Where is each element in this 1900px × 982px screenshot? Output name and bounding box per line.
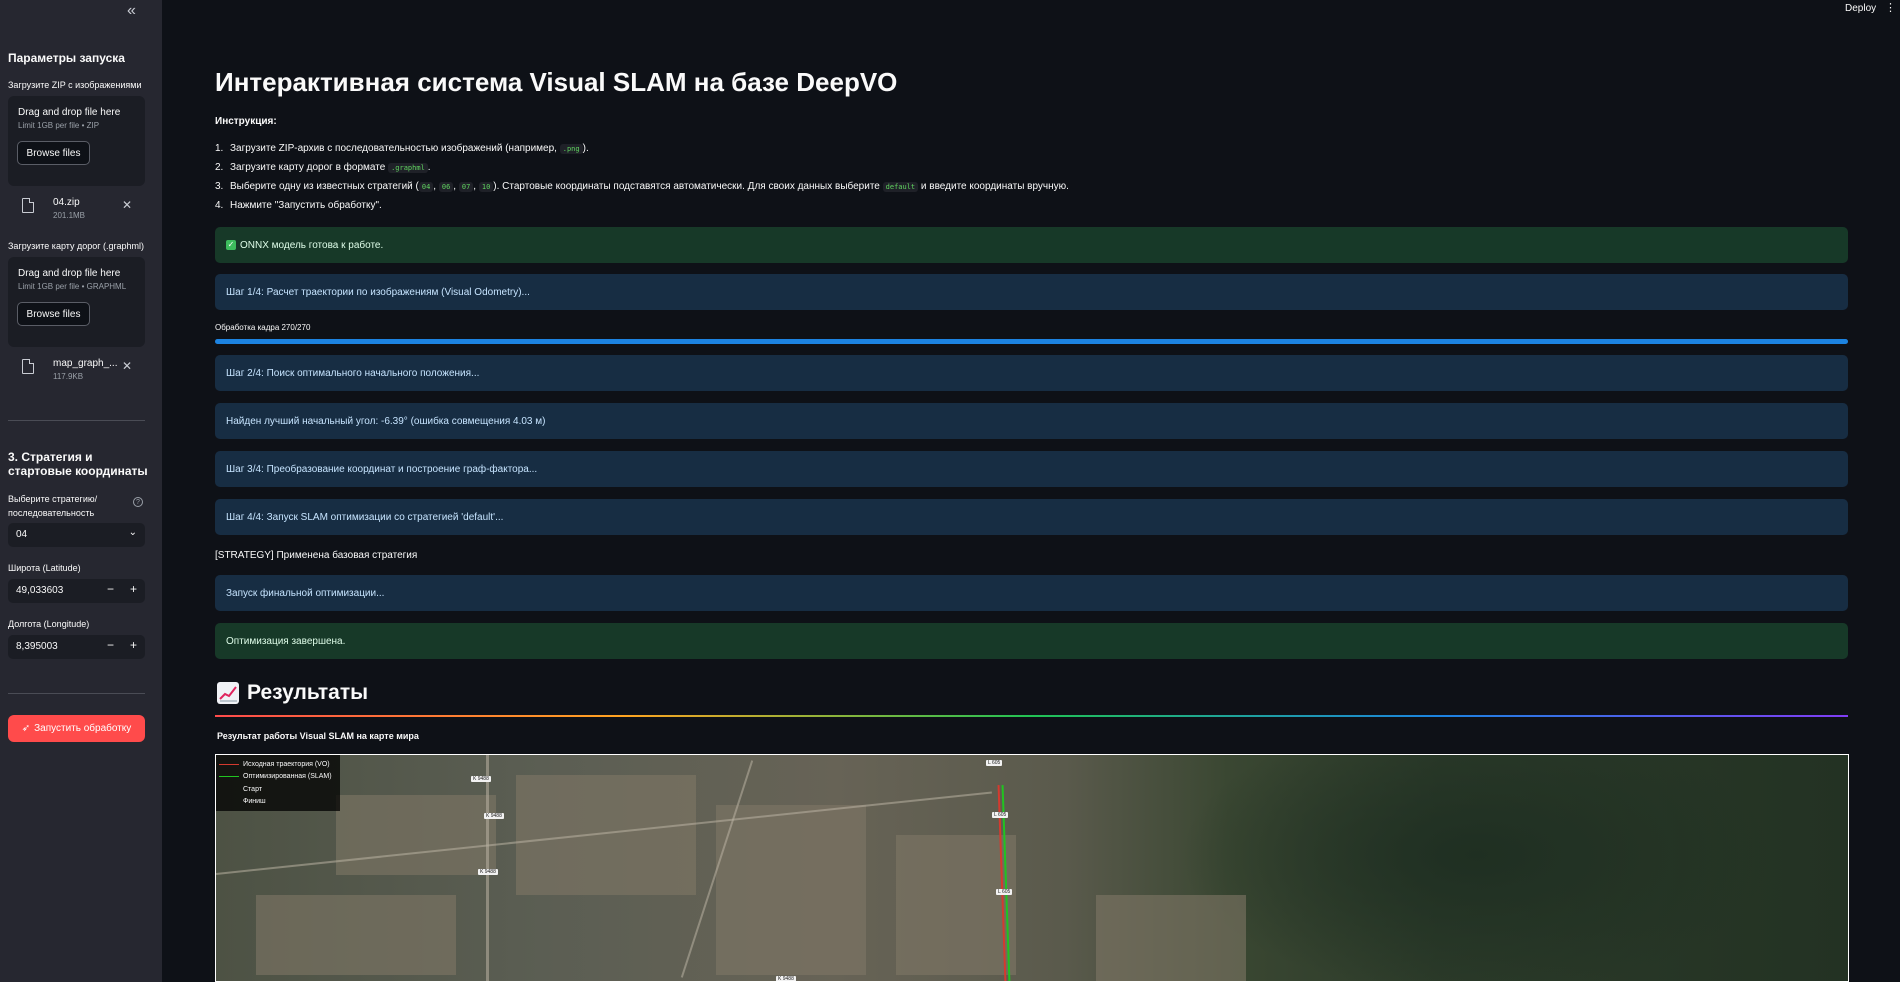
latitude-input[interactable]: 49,033603 − + [8, 579, 145, 603]
final-optimization-alert: Запуск финальной оптимизации... [215, 575, 1848, 611]
collapse-sidebar-icon[interactable]: « [127, 2, 136, 20]
longitude-value[interactable]: 8,395003 [16, 641, 58, 652]
strategy-label: Выберите стратегию/последовательность [8, 494, 98, 518]
decrement-button[interactable]: − [107, 638, 114, 652]
kebab-menu-icon[interactable]: ⋮ [1885, 1, 1896, 14]
remove-file-icon[interactable]: ✕ [122, 198, 132, 212]
uploaded-file-graphml: map_graph_... 117.9KB ✕ [22, 355, 142, 383]
strategy-select-value: 04 [16, 529, 28, 540]
road-label: L 605 [996, 889, 1013, 895]
slam-map[interactable]: K 9488 K 9488 K 9488 L 605 L 605 L 605 K… [215, 754, 1849, 982]
dropzone-title: Drag and drop file here [18, 107, 121, 118]
increment-button[interactable]: + [130, 638, 137, 652]
road-label: K 9488 [478, 869, 498, 875]
help-icon[interactable]: ? [133, 497, 143, 507]
dropzone-limit: Limit 1GB per file • GRAPHML [18, 282, 127, 291]
dropzone-title: Drag and drop file here [18, 268, 121, 279]
file-size: 201.1MB [53, 211, 86, 220]
map-legend: Исходная траектория (VO) Оптимизированна… [216, 755, 340, 811]
results-divider [215, 715, 1848, 717]
chart-increasing-icon [217, 682, 239, 704]
uploaded-file-zip: 04.zip 201.1MB ✕ [22, 194, 142, 222]
road-label: K 9488 [484, 813, 504, 819]
zip-dropzone[interactable]: Drag and drop file here Limit 1GB per fi… [8, 96, 145, 186]
increment-button[interactable]: + [130, 582, 137, 596]
longitude-label: Долгота (Longitude) [8, 619, 90, 629]
onnx-ready-alert: ✓ ONNX модель готова к работе. [215, 227, 1848, 263]
road-label: L 605 [992, 812, 1009, 818]
instruction-item: 1. Загрузите ZIP-архив с последовательнос… [215, 143, 589, 154]
strategy-applied-text: [STRATEGY] Применена базовая стратегия [215, 550, 418, 561]
road-label: K 9488 [776, 976, 796, 982]
progress-fill [215, 339, 1848, 344]
chevron-down-icon: ⌄ [128, 527, 137, 538]
best-angle-alert: Найден лучший начальный угол: -6.39° (ош… [215, 403, 1848, 439]
step1-alert: Шаг 1/4: Расчет траектории по изображени… [215, 274, 1848, 310]
file-name: 04.zip [53, 197, 80, 208]
strategy-section-title: 3. Стратегия и стартовые координаты [8, 450, 148, 478]
map-caption: Результат работы Visual SLAM на карте ми… [217, 731, 419, 741]
page-title: Интерактивная система Visual SLAM на баз… [215, 67, 898, 97]
file-icon [22, 198, 34, 213]
latitude-value[interactable]: 49,033603 [16, 585, 63, 596]
remove-file-icon[interactable]: ✕ [122, 359, 132, 373]
run-button-label: Запустить обработку [34, 723, 132, 734]
dropzone-limit: Limit 1GB per file • ZIP [18, 121, 100, 130]
instruction-item: 4. Нажмите "Запустить обработку". [215, 200, 382, 211]
divider [8, 693, 145, 694]
file-size: 117.9KB [53, 372, 84, 381]
check-icon: ✓ [226, 240, 236, 250]
legend-start: Старт [243, 786, 263, 793]
longitude-input[interactable]: 8,395003 − + [8, 635, 145, 659]
strategy-select[interactable]: 04 ⌄ [8, 523, 145, 547]
latitude-label: Широта (Latitude) [8, 563, 81, 573]
road-label: L 605 [986, 760, 1003, 766]
file-name: map_graph_... [53, 358, 118, 369]
step4-alert: Шаг 4/4: Запуск SLAM оптимизации со стра… [215, 499, 1848, 535]
progress-label: Обработка кадра 270/270 [215, 323, 311, 332]
divider [8, 420, 145, 421]
instructions-heading: Инструкция: [215, 116, 277, 127]
graphml-dropzone[interactable]: Drag and drop file here Limit 1GB per fi… [8, 257, 145, 347]
legend-finish: Финиш [243, 798, 266, 805]
sidebar: « Параметры запуска Загрузите ZIP с изоб… [0, 0, 162, 982]
map-building-cluster [896, 835, 1016, 975]
map-building-cluster [516, 775, 696, 895]
map-building-cluster [716, 805, 866, 975]
graphml-upload-label: Загрузите карту дорог (.graphml) [8, 241, 145, 251]
road-label: K 9488 [471, 776, 491, 782]
run-processing-button[interactable]: ➶ Запустить обработку [8, 715, 145, 742]
browse-files-button[interactable]: Browse files [17, 302, 90, 326]
map-building-cluster [256, 895, 456, 975]
map-building-cluster [1096, 895, 1246, 981]
file-icon [22, 359, 34, 374]
optimization-done-alert: Оптимизация завершена. [215, 623, 1848, 659]
browse-files-button[interactable]: Browse files [17, 141, 90, 165]
results-title: Результаты [247, 681, 369, 704]
decrement-button[interactable]: − [107, 582, 114, 596]
legend-slam: Оптимизированная (SLAM) [219, 773, 332, 780]
zip-upload-label: Загрузите ZIP с изображениями [8, 80, 142, 90]
results-heading: Результаты [217, 681, 368, 705]
instruction-item: 3. Выберите одну из известных стратегий (… [215, 181, 1069, 192]
rocket-icon: ➶ [21, 723, 31, 734]
step2-alert: Шаг 2/4: Поиск оптимального начального п… [215, 355, 1848, 391]
step3-alert: Шаг 3/4: Преобразование координат и пост… [215, 451, 1848, 487]
instruction-item: 2. Загрузите карту дорог в формате .graph… [215, 162, 431, 173]
sidebar-title: Параметры запуска [8, 51, 125, 65]
map-building-cluster [336, 795, 496, 875]
deploy-button[interactable]: Deploy [1845, 3, 1876, 14]
progress-bar [215, 339, 1848, 344]
legend-vo: Исходная траектория (VO) [219, 761, 330, 768]
